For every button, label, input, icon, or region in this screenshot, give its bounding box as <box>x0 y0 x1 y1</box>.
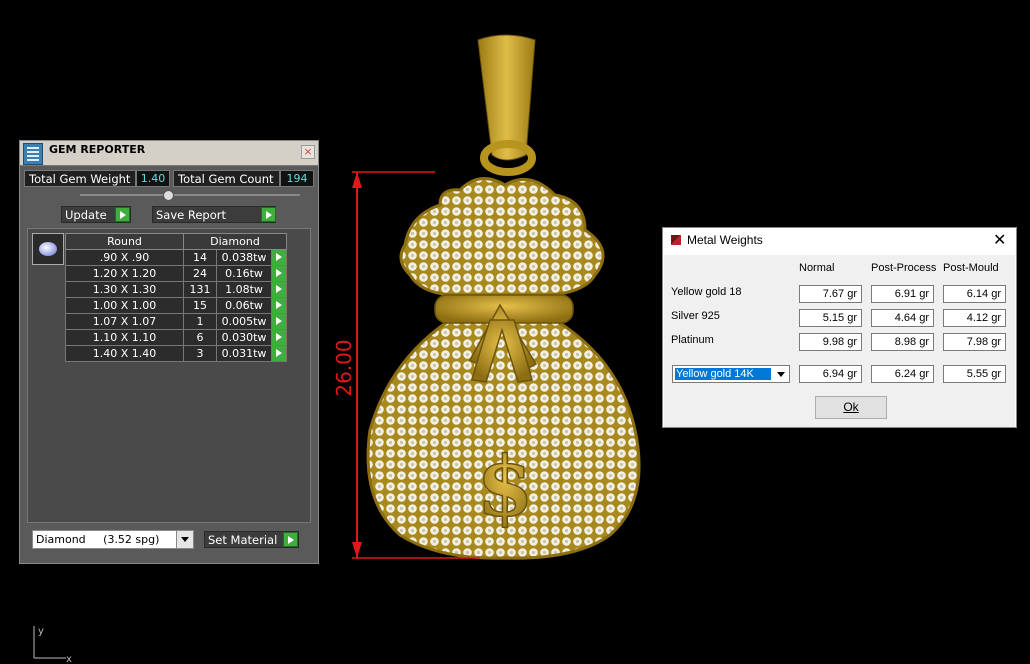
gem-table-row[interactable]: 1.10 X 1.10 6 0.030tw <box>65 329 287 346</box>
ok-label: Ok <box>843 400 859 414</box>
play-arrow-icon[interactable] <box>271 329 287 346</box>
column-normal: Normal <box>799 262 835 274</box>
dollar-sign-emblem: $ <box>476 439 533 535</box>
gem-weight-cell: 0.16tw <box>216 265 272 282</box>
gem-count-cell: 15 <box>183 297 217 314</box>
total-gem-count-label: Total Gem Count <box>173 170 280 187</box>
gem-table-row[interactable]: 1.00 X 1.00 15 0.06tw <box>65 297 287 314</box>
gem-weight-cell: 0.005tw <box>216 313 272 330</box>
silver-925-normal: 5.15 gr <box>799 309 862 327</box>
ok-button[interactable]: Ok <box>815 396 887 419</box>
gem-size-cell: 1.30 X 1.30 <box>65 281 184 298</box>
row-label-silver-925: Silver 925 <box>671 310 720 322</box>
dimension-arrow-bottom <box>352 542 362 558</box>
metal-select-value: Yellow gold 14K <box>675 368 771 380</box>
gem-reporter-titlebar[interactable]: GEM REPORTER × <box>20 141 318 166</box>
metal-select[interactable]: Yellow gold 14K <box>672 365 790 383</box>
gem-count-cell: 3 <box>183 345 217 362</box>
gem-count-cell: 6 <box>183 329 217 346</box>
column-header-material: Diamond <box>183 233 287 250</box>
gem-weight-cell: 1.08tw <box>216 281 272 298</box>
yellow-gold-18-normal: 7.67 gr <box>799 285 862 303</box>
update-label: Update <box>65 208 107 222</box>
gem-table-row[interactable]: 1.30 X 1.30 131 1.08tw <box>65 281 287 298</box>
column-header-shape: Round <box>65 233 184 250</box>
row-label-platinum: Platinum <box>671 334 714 346</box>
metal-weights-dialog: Metal Weights ✕ Normal Post-Process Post… <box>662 227 1017 428</box>
gem-weight-cell: 0.031tw <box>216 345 272 362</box>
close-icon[interactable]: × <box>301 145 315 159</box>
gem-size-cell: 1.20 X 1.20 <box>65 265 184 282</box>
column-post-process: Post-Process <box>871 262 937 274</box>
gem-weight-cell: 0.038tw <box>216 249 272 266</box>
gem-size-cell: 1.10 X 1.10 <box>65 329 184 346</box>
play-arrow-icon[interactable] <box>283 532 298 547</box>
dropdown-arrow-icon[interactable] <box>774 367 788 381</box>
play-arrow-icon[interactable] <box>271 249 287 266</box>
gem-count-cell: 1 <box>183 313 217 330</box>
gem-count-cell: 131 <box>183 281 217 298</box>
gem-size-cell: 1.40 X 1.40 <box>65 345 184 362</box>
play-arrow-icon[interactable] <box>271 297 287 314</box>
gem-count-cell: 14 <box>183 249 217 266</box>
material-select[interactable]: Diamond (3.52 spg) <box>32 530 194 549</box>
slider-knob[interactable] <box>163 190 174 201</box>
bag-top <box>399 177 605 297</box>
gem-weight-cell: 0.030tw <box>216 329 272 346</box>
save-report-label: Save Report <box>156 208 227 222</box>
yellow-gold-18-post-process: 6.91 gr <box>871 285 934 303</box>
play-arrow-icon[interactable] <box>271 265 287 282</box>
metal-weights-title: Metal Weights <box>687 233 763 247</box>
row-label-yellow-gold-18: Yellow gold 18 <box>671 286 742 298</box>
gem-size-cell: 1.07 X 1.07 <box>65 313 184 330</box>
play-arrow-icon[interactable] <box>115 207 130 222</box>
selected-metal-normal: 6.94 gr <box>799 365 862 383</box>
gem-size-cell: 1.00 X 1.00 <box>65 297 184 314</box>
platinum-post-mould: 7.98 gr <box>943 333 1006 351</box>
yellow-gold-18-post-mould: 6.14 gr <box>943 285 1006 303</box>
selected-metal-post-mould: 5.55 gr <box>943 365 1006 383</box>
app-icon <box>23 143 43 165</box>
play-arrow-icon[interactable] <box>261 207 276 222</box>
gem-size-cell: .90 X .90 <box>65 249 184 266</box>
silver-925-post-process: 4.64 gr <box>871 309 934 327</box>
report-splitter <box>80 194 300 196</box>
selected-metal-post-process: 6.24 gr <box>871 365 934 383</box>
pendant-render: $ 26.00 <box>332 34 641 560</box>
axis-x-label: x <box>66 654 72 664</box>
gem-thumbnail-icon[interactable] <box>32 233 64 265</box>
dimension-arrow-top <box>352 172 362 188</box>
total-gem-weight-label: Total Gem Weight <box>24 170 136 187</box>
total-gem-count-value: 194 <box>280 170 314 187</box>
axis-y-label: y <box>38 626 44 637</box>
gem-table-row[interactable]: 1.20 X 1.20 24 0.16tw <box>65 265 287 282</box>
silver-925-post-mould: 4.12 gr <box>943 309 1006 327</box>
gem-table: Round Diamond .90 X .90 14 0.038tw 1.20 X 1… <box>65 233 287 362</box>
play-arrow-icon[interactable] <box>271 281 287 298</box>
metal-weights-icon <box>671 235 681 245</box>
gem-table-row[interactable]: .90 X .90 14 0.038tw <box>65 249 287 266</box>
gem-table-row[interactable]: 1.07 X 1.07 1 0.005tw <box>65 313 287 330</box>
gem-reporter-panel: GEM REPORTER × Total Gem Weight 1.40 Tot… <box>19 140 319 564</box>
column-post-mould: Post-Mould <box>943 262 999 274</box>
axis-indicator: y x <box>33 626 72 664</box>
set-material-label: Set Material <box>208 533 278 547</box>
close-icon[interactable]: ✕ <box>993 230 1006 250</box>
platinum-normal: 9.98 gr <box>799 333 862 351</box>
gem-reporter-title: GEM REPORTER <box>49 143 146 156</box>
dropdown-arrow-icon[interactable] <box>176 531 193 548</box>
play-arrow-icon[interactable] <box>271 313 287 330</box>
gem-table-row[interactable]: 1.40 X 1.40 3 0.031tw <box>65 345 287 362</box>
platinum-post-process: 8.98 gr <box>871 333 934 351</box>
material-select-value: Diamond (3.52 spg) <box>36 533 160 546</box>
gem-count-cell: 24 <box>183 265 217 282</box>
play-arrow-icon[interactable] <box>271 345 287 362</box>
gem-table-area: Round Diamond .90 X .90 14 0.038tw 1.20 X 1… <box>27 228 311 523</box>
save-report-button[interactable]: Save Report <box>152 206 276 223</box>
gem-weight-cell: 0.06tw <box>216 297 272 314</box>
dimension-label: 26.00 <box>332 339 356 396</box>
total-gem-weight-value: 1.40 <box>136 170 170 187</box>
